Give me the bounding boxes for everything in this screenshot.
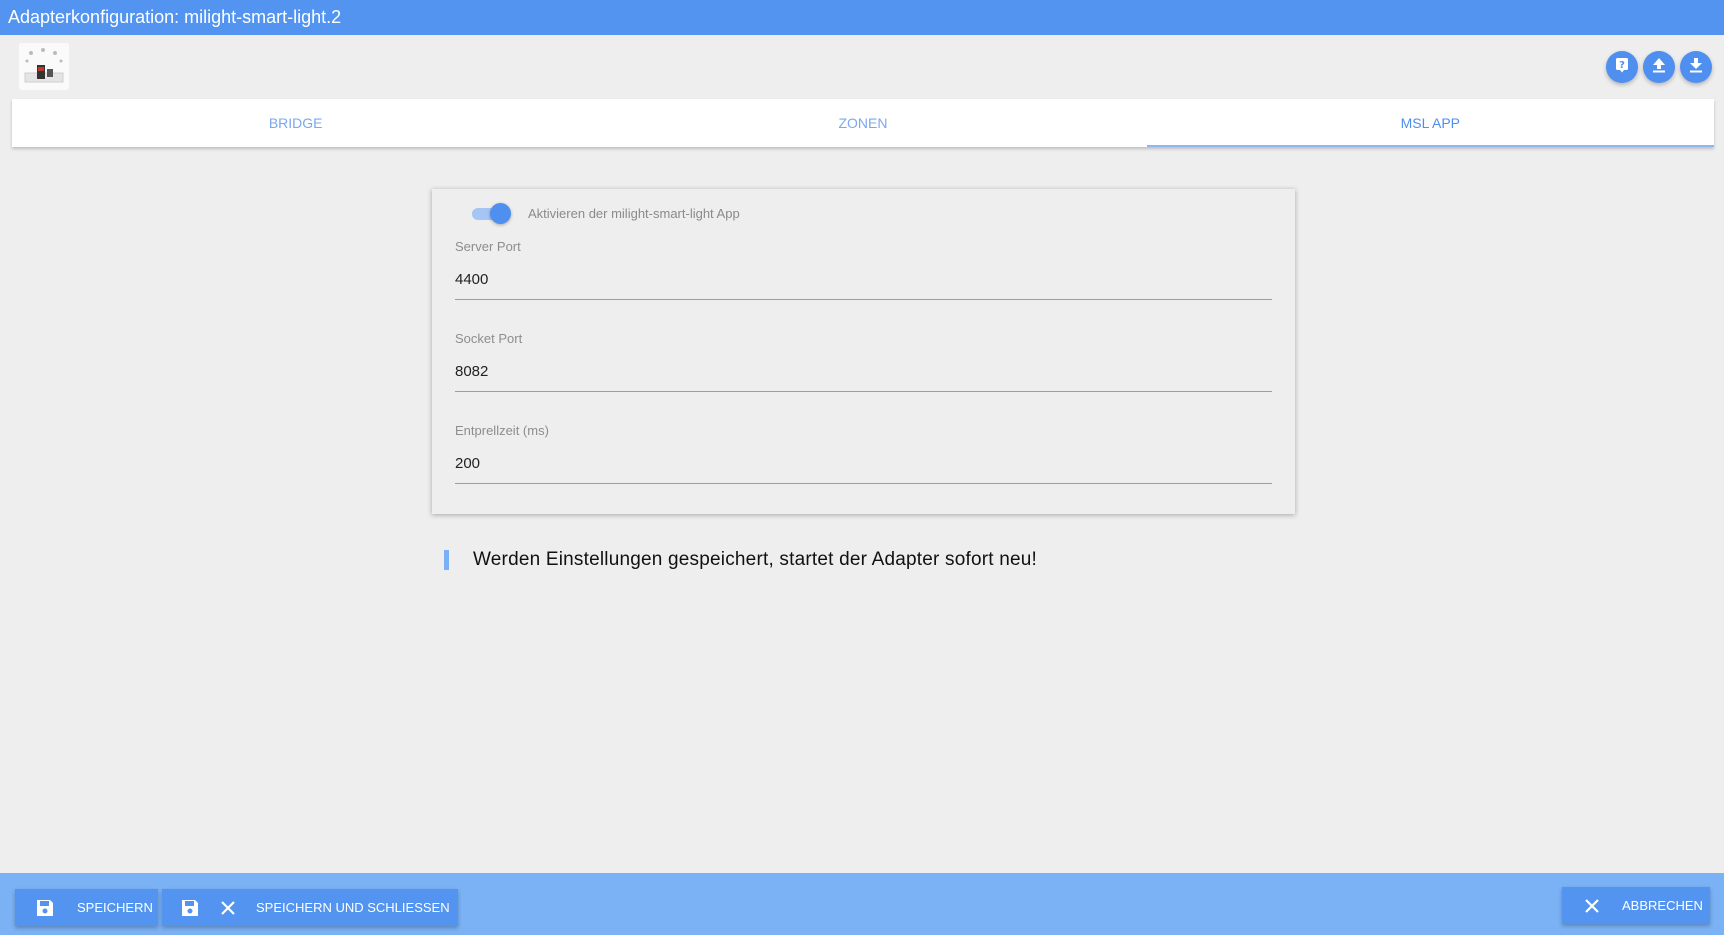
window-title: Adapterkonfiguration: milight-smart-ligh… — [0, 0, 1724, 35]
adapter-logo — [19, 43, 69, 90]
tab-zonen[interactable]: ZONEN — [579, 99, 1146, 147]
server-port-label: Server Port — [455, 239, 521, 254]
save-label: SPEICHERN — [77, 900, 153, 915]
toggle-thumb — [490, 203, 511, 224]
header-actions: ? — [1606, 51, 1712, 83]
tab-bar: BRIDGE ZONEN MSL APP — [12, 99, 1715, 147]
save-icon — [178, 896, 202, 920]
save-icon — [33, 896, 57, 920]
cancel-label: ABBRECHEN — [1622, 898, 1703, 913]
socket-port-field: Socket Port 8082 — [455, 331, 1272, 392]
restart-notice: Werden Einstellungen gespeichert, starte… — [444, 550, 1037, 570]
upload-icon — [1651, 57, 1667, 78]
save-and-close-label: SPEICHERN UND SCHLIESSEN — [256, 900, 450, 915]
help-button[interactable]: ? — [1606, 51, 1638, 83]
save-and-close-button[interactable]: SPEICHERN UND SCHLIESSEN — [162, 889, 458, 926]
enable-app-row: Aktivieren der milight-smart-light App — [472, 203, 740, 224]
save-button[interactable]: SPEICHERN — [15, 889, 158, 926]
footer-bar: SPEICHERN SPEICHERN UND SCHLIESSEN ABBRE… — [0, 873, 1724, 935]
socket-port-label: Socket Port — [455, 331, 523, 346]
server-port-field: Server Port 4400 — [455, 239, 1272, 300]
enable-app-toggle[interactable] — [472, 203, 511, 224]
tab-bridge[interactable]: BRIDGE — [12, 99, 579, 147]
socket-port-input[interactable]: 8082 — [455, 362, 1272, 392]
settings-card: Aktivieren der milight-smart-light App S… — [432, 189, 1295, 514]
download-button[interactable] — [1680, 51, 1712, 83]
upload-button[interactable] — [1643, 51, 1675, 83]
cancel-button[interactable]: ABBRECHEN — [1562, 887, 1710, 924]
download-icon — [1688, 57, 1704, 78]
debounce-label: Entprellzeit (ms) — [455, 423, 549, 438]
enable-app-label: Aktivieren der milight-smart-light App — [528, 205, 740, 221]
help-icon: ? — [1614, 57, 1630, 78]
server-port-input[interactable]: 4400 — [455, 270, 1272, 300]
close-icon — [216, 896, 240, 920]
tab-msl-app[interactable]: MSL APP — [1146, 99, 1715, 147]
debounce-input[interactable]: 200 — [455, 454, 1272, 484]
debounce-field: Entprellzeit (ms) 200 — [455, 423, 1272, 484]
close-icon — [1580, 894, 1604, 918]
svg-text:?: ? — [1619, 60, 1625, 71]
